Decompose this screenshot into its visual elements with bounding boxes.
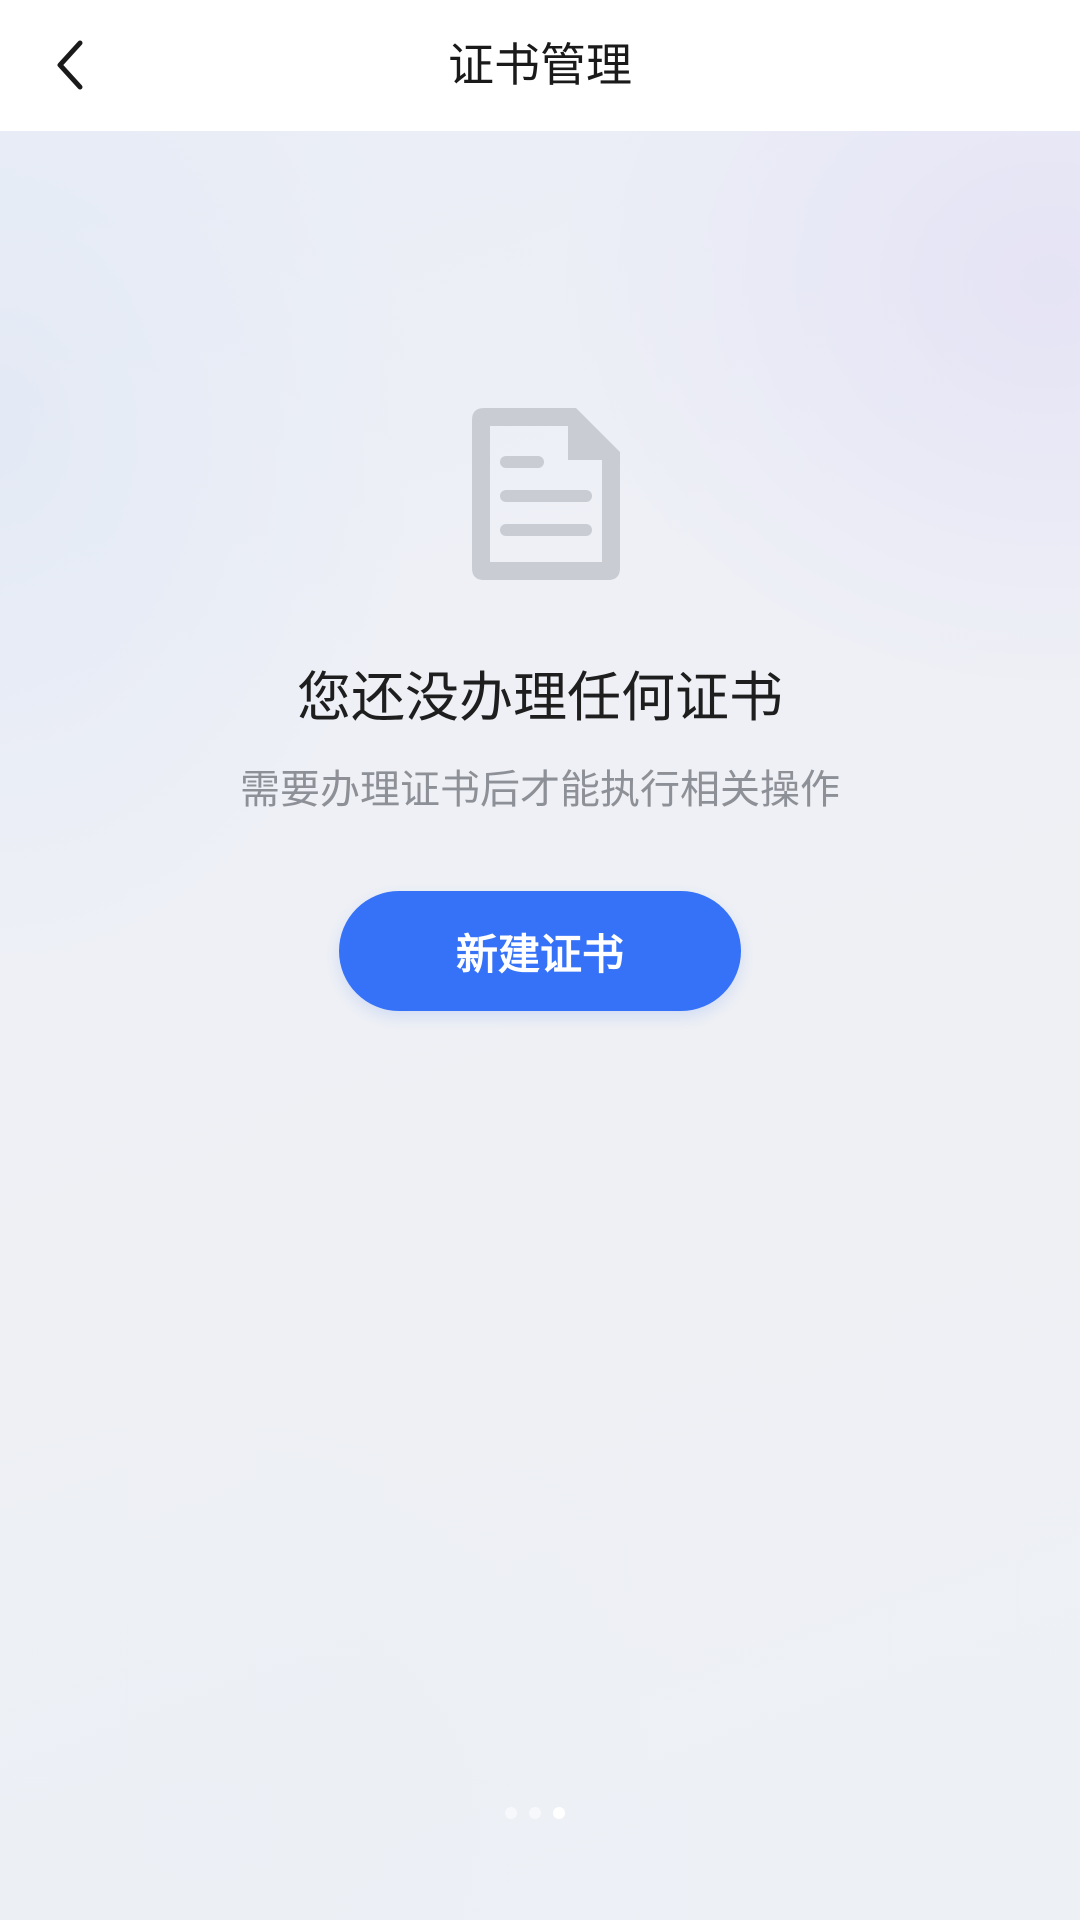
new-certificate-button[interactable]: 新建证书 <box>339 891 741 1011</box>
page-dot <box>505 1807 517 1819</box>
document-icon <box>472 408 620 580</box>
page-dot-active <box>553 1807 565 1819</box>
empty-state-subtitle: 需要办理证书后才能执行相关操作 <box>240 767 840 813</box>
page-indicator <box>505 1807 565 1819</box>
empty-state-title: 您还没办理任何证书 <box>297 666 783 729</box>
top-bar: 证书管理 <box>0 0 1080 131</box>
page-title: 证书管理 <box>448 38 632 92</box>
background <box>0 131 1080 1920</box>
page-dot <box>529 1807 541 1819</box>
